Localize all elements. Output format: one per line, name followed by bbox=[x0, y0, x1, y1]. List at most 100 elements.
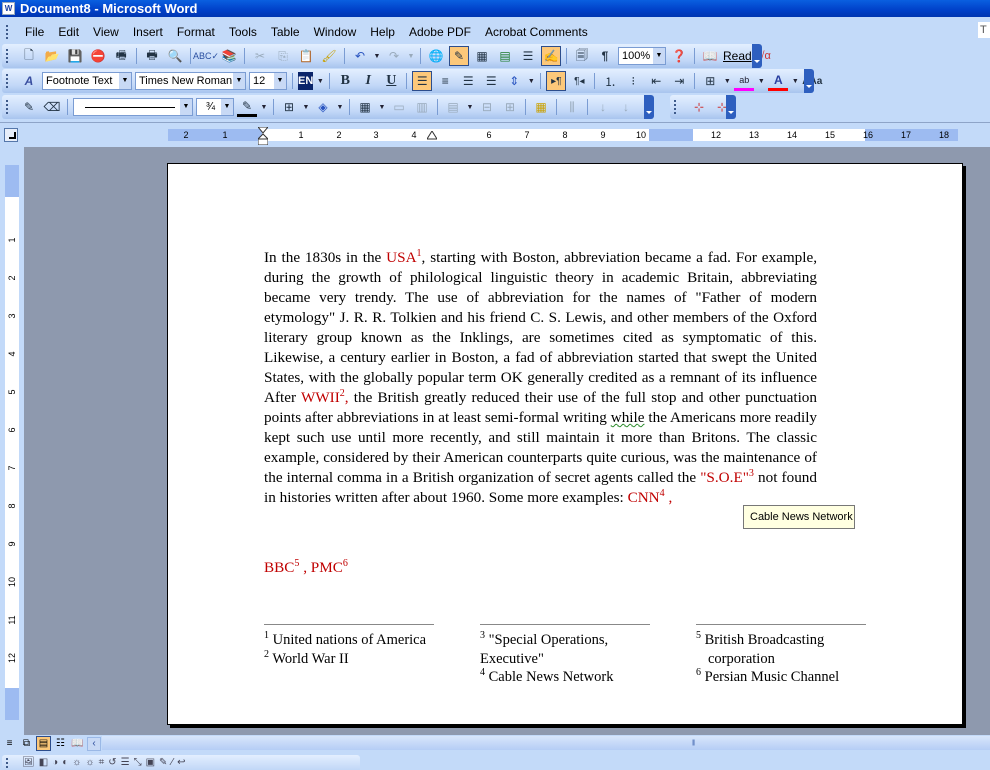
tab-selector-icon[interactable] bbox=[4, 128, 18, 142]
more-brightness-icon[interactable]: ☼ bbox=[72, 757, 81, 768]
abbreviation-link[interactable]: USA bbox=[386, 249, 416, 266]
menu-table[interactable]: Table bbox=[264, 25, 307, 39]
line-weight-select[interactable]: ¾ ▼ bbox=[196, 98, 234, 116]
footnote-2[interactable]: 2 World War II bbox=[264, 649, 434, 669]
document-map-icon[interactable]: 🗐 bbox=[572, 46, 592, 66]
new-icon[interactable]: 🗋 bbox=[19, 46, 39, 66]
border-color-icon[interactable]: ✎ bbox=[237, 97, 257, 117]
undo-dropdown-icon[interactable]: ▼ bbox=[373, 53, 381, 60]
underline-button[interactable]: U bbox=[381, 71, 401, 91]
read-button[interactable]: Read bbox=[723, 49, 752, 63]
reading-layout-icon[interactable]: 📖 bbox=[70, 736, 85, 751]
footnote-1[interactable]: 1 United nations of America bbox=[264, 631, 434, 650]
toolbar-grip[interactable] bbox=[6, 49, 8, 63]
menu-view[interactable]: View bbox=[86, 25, 126, 39]
menu-tools[interactable]: Tools bbox=[222, 25, 264, 39]
set-transparent-icon[interactable]: ⁄ bbox=[171, 757, 173, 768]
less-contrast-icon[interactable]: ◐ bbox=[62, 757, 68, 768]
bullets-icon[interactable]: ⁝ bbox=[623, 71, 643, 91]
sort-ascending-icon[interactable]: ↓ bbox=[593, 97, 613, 117]
shading-dropdown-icon[interactable]: ▼ bbox=[336, 104, 344, 111]
insert-table-icon[interactable]: ▦ bbox=[472, 46, 492, 66]
right-indent-marker[interactable] bbox=[427, 131, 437, 141]
scroll-thumb-grip[interactable]: |||| bbox=[692, 740, 695, 746]
pmc-abbrev[interactable]: PMC bbox=[311, 559, 343, 576]
hyperlink-icon[interactable]: 🌐 bbox=[426, 46, 446, 66]
zoom-select[interactable]: 100% ▼ bbox=[618, 47, 666, 65]
bbc-abbrev[interactable]: BBC bbox=[264, 559, 294, 576]
ltr-paragraph-icon[interactable]: ▸¶ bbox=[546, 71, 567, 91]
chevron-down-icon[interactable]: ▼ bbox=[119, 73, 131, 89]
highlight-icon[interactable]: ab bbox=[734, 71, 755, 91]
toolbar-grip[interactable] bbox=[6, 74, 8, 88]
show-hide-icon[interactable]: ¶ bbox=[595, 46, 615, 66]
format-picture-icon[interactable]: ✎ bbox=[159, 757, 167, 768]
menu-adobe-pdf[interactable]: Adobe PDF bbox=[402, 25, 478, 39]
toolbar-grip[interactable] bbox=[674, 100, 678, 114]
print-preview-icon[interactable]: 🔍 bbox=[165, 46, 185, 66]
outside-border-icon[interactable]: ⊞ bbox=[279, 97, 299, 117]
ask-question-box[interactable]: T bbox=[978, 22, 990, 38]
normal-view-icon[interactable]: ≡ bbox=[2, 736, 17, 751]
line-style-select[interactable]: ▼ bbox=[73, 98, 193, 116]
horizontal-ruler[interactable]: 2 1 1 2 3 4 6 7 8 9 10 12 13 14 15 16 17… bbox=[168, 129, 958, 141]
align-dropdown-icon[interactable]: ▼ bbox=[466, 104, 474, 111]
examples-line[interactable]: BBC5 , PMC6 bbox=[264, 558, 348, 577]
insert-picture-icon[interactable]: 🖼 bbox=[22, 757, 35, 768]
drawing-icon[interactable]: ✍ bbox=[541, 46, 561, 66]
distribute-columns-icon[interactable]: ⊞ bbox=[500, 97, 520, 117]
footnote-5[interactable]: 5 British Broadcasting corporation bbox=[696, 631, 866, 668]
sort-descending-icon[interactable]: ↓ bbox=[616, 97, 636, 117]
table-autoformat-icon[interactable]: ▦ bbox=[531, 97, 551, 117]
italic-button[interactable]: I bbox=[358, 71, 378, 91]
body-paragraph[interactable]: In the 1830s in the USA1, starting with … bbox=[264, 248, 817, 508]
toolbar-options-icon[interactable] bbox=[644, 95, 654, 119]
toolbar-options-icon[interactable] bbox=[752, 44, 762, 68]
footnote-ref-6[interactable]: 6 bbox=[343, 558, 348, 569]
numbering-icon[interactable]: ⒈ bbox=[600, 71, 620, 91]
vertical-ruler[interactable]: 1 2 3 4 5 6 7 8 9 10 11 12 bbox=[0, 147, 24, 735]
font-color-dropdown-icon[interactable]: ▼ bbox=[791, 78, 799, 85]
save-icon[interactable]: 💾 bbox=[65, 46, 85, 66]
footnote-4[interactable]: 4 Cable News Network bbox=[480, 668, 650, 687]
crop-icon[interactable]: ⌗ bbox=[99, 757, 105, 768]
font-size-select[interactable]: 12 ▼ bbox=[249, 72, 287, 90]
read-icon[interactable]: 📖 bbox=[700, 46, 720, 66]
color-icon[interactable]: ◧ bbox=[39, 757, 48, 768]
abbreviation-link[interactable]: "S.O.E" bbox=[700, 469, 749, 486]
chevron-down-icon[interactable]: ▼ bbox=[274, 73, 286, 89]
reset-picture-icon[interactable]: ↩ bbox=[177, 757, 185, 768]
tables-borders-icon[interactable]: ✎ bbox=[449, 46, 469, 66]
edit-points-icon[interactable]: ⊹ bbox=[689, 97, 709, 117]
abbreviation-link[interactable]: WWII bbox=[301, 389, 340, 406]
compress-icon[interactable]: ⤡ bbox=[134, 757, 142, 768]
line-style-icon[interactable]: ☰ bbox=[121, 757, 130, 768]
horizontal-scrollbar[interactable]: |||| bbox=[102, 736, 990, 750]
insert-table-dropdown-icon[interactable]: ▼ bbox=[378, 104, 386, 111]
outline-view-icon[interactable]: ☷ bbox=[53, 736, 68, 751]
insert-table-icon[interactable]: ▦ bbox=[355, 97, 375, 117]
chevron-down-icon[interactable]: ▼ bbox=[653, 48, 665, 64]
menu-file[interactable]: File bbox=[18, 25, 51, 39]
increase-indent-icon[interactable]: ⇥ bbox=[669, 71, 689, 91]
rtl-paragraph-icon[interactable]: ¶◂ bbox=[569, 71, 589, 91]
toolbar-options-icon[interactable] bbox=[726, 95, 736, 119]
split-cells-icon[interactable]: ▥ bbox=[412, 97, 432, 117]
menu-insert[interactable]: Insert bbox=[126, 25, 170, 39]
toolbar-options-icon[interactable] bbox=[804, 69, 814, 93]
chevron-down-icon[interactable]: ▼ bbox=[233, 73, 245, 89]
abbreviation-link[interactable]: CNN bbox=[628, 489, 660, 506]
eraser-icon[interactable]: ⌫ bbox=[42, 97, 62, 117]
bold-button[interactable]: B bbox=[335, 71, 355, 91]
text-direction-icon[interactable]: ⫼ bbox=[562, 97, 582, 117]
toolbar-grip[interactable] bbox=[6, 24, 10, 39]
web-layout-icon[interactable]: ⧉ bbox=[19, 736, 34, 751]
undo-icon[interactable]: ↶ bbox=[350, 46, 370, 66]
highlight-dropdown-icon[interactable]: ▼ bbox=[757, 78, 765, 85]
styles-formatting-icon[interactable]: A bbox=[19, 71, 39, 91]
language-button[interactable]: EN bbox=[298, 72, 314, 90]
style-select[interactable]: Footnote Text ▼ bbox=[42, 72, 132, 90]
menu-acrobat-comments[interactable]: Acrobat Comments bbox=[478, 25, 595, 39]
border-color-dropdown-icon[interactable]: ▼ bbox=[260, 104, 268, 111]
format-painter-icon[interactable]: 🖌 bbox=[319, 46, 339, 66]
